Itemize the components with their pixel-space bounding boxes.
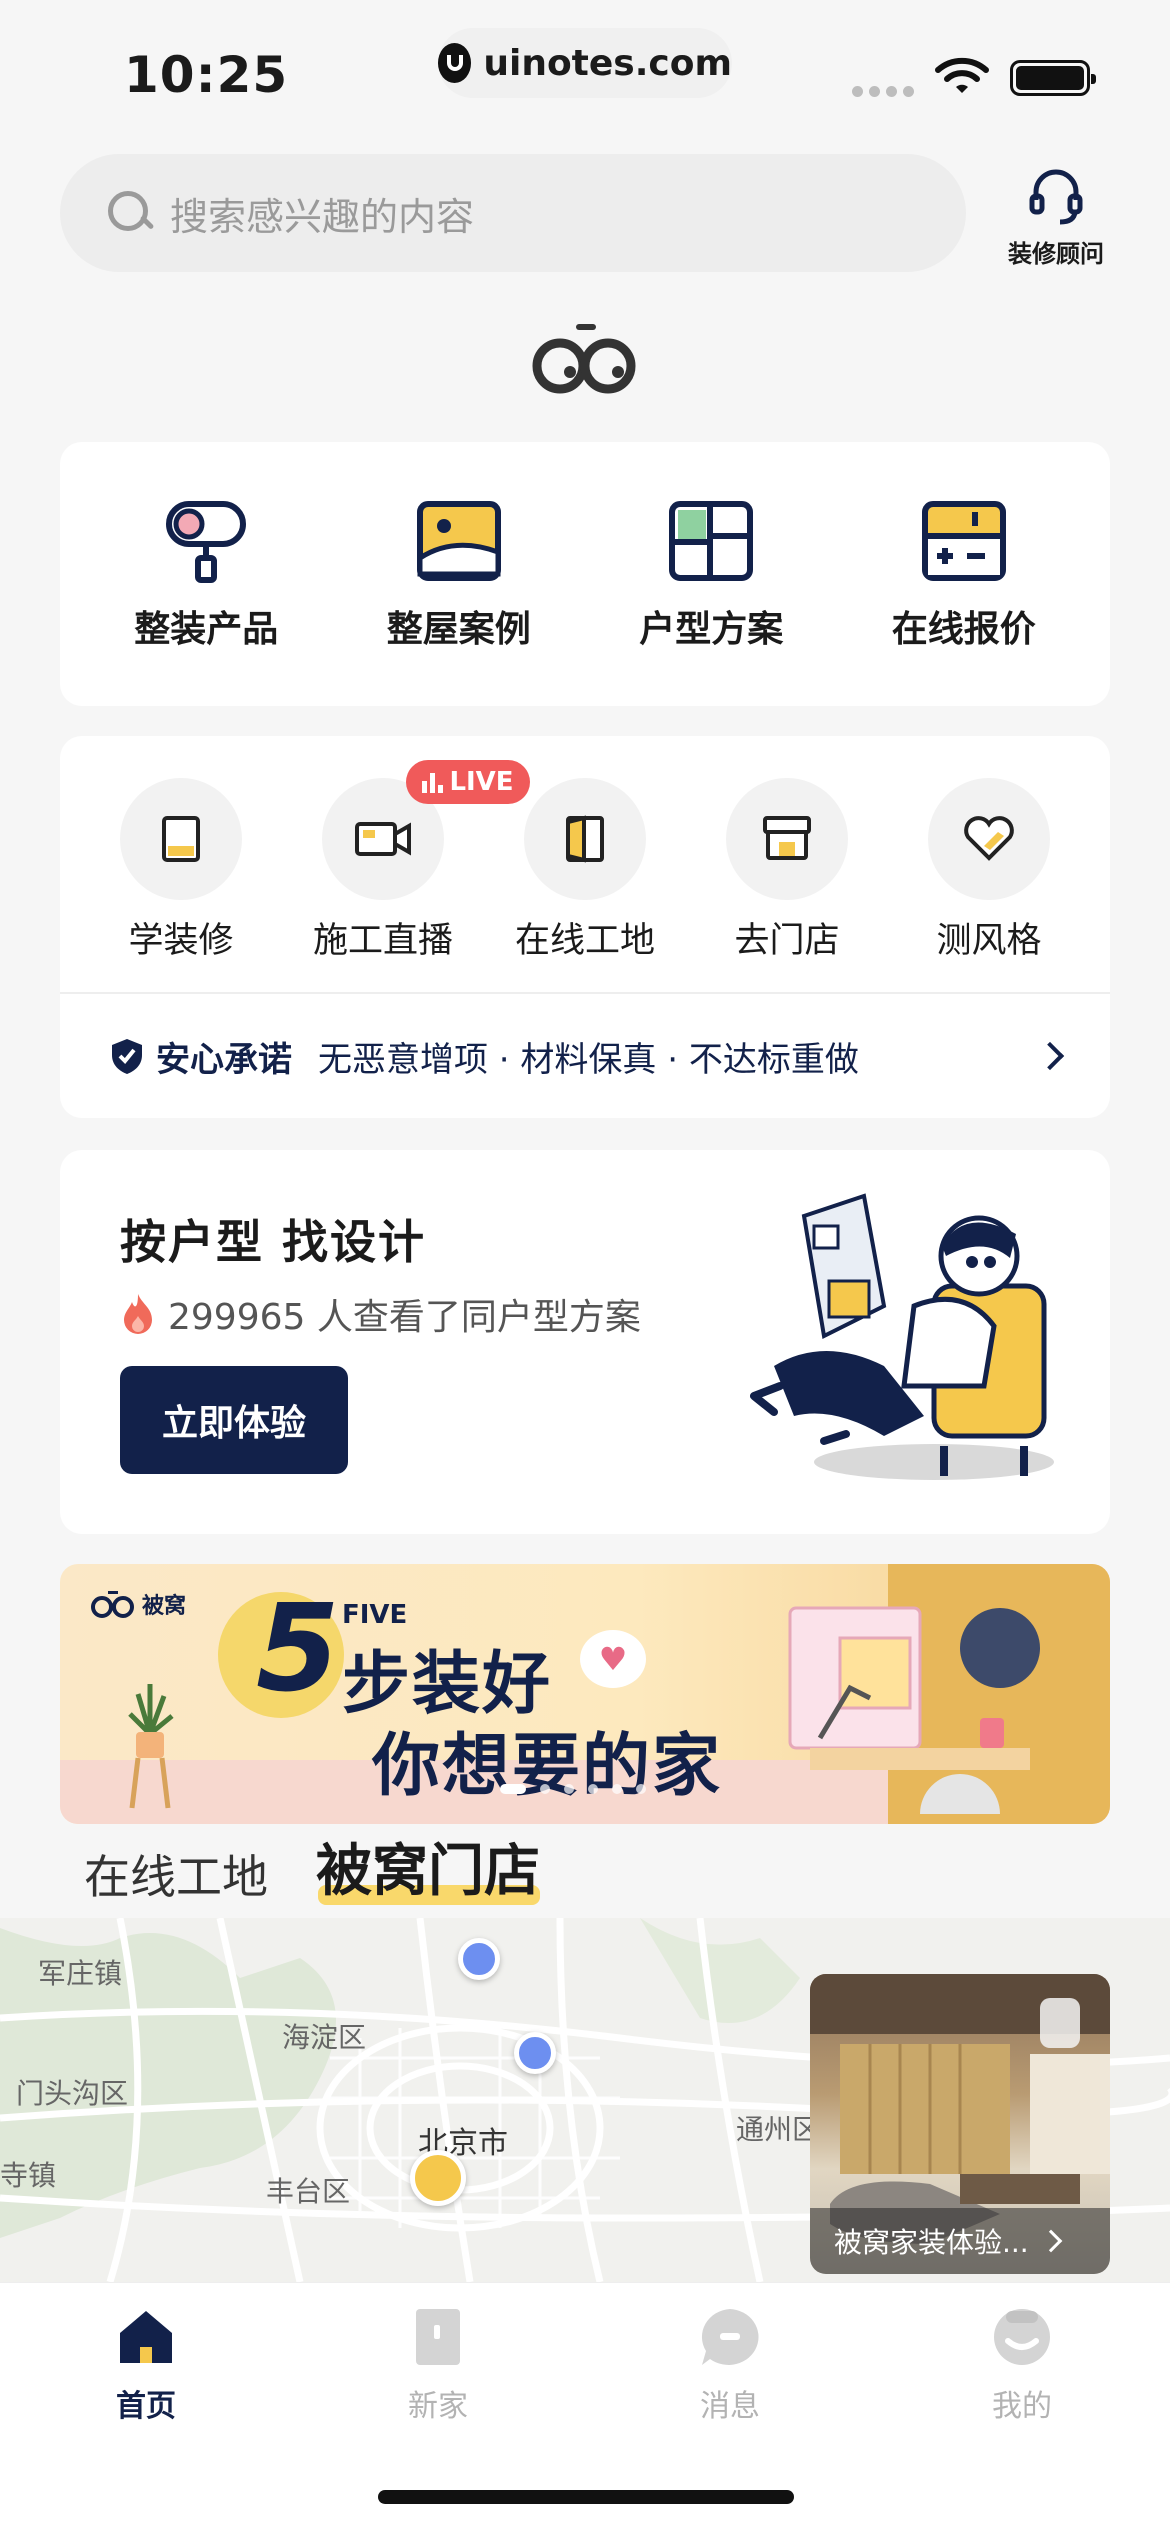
- nav-label: 消息: [700, 2389, 760, 2424]
- brand-logo: [532, 324, 636, 394]
- design-subtitle-row: 299965 人查看了同户型方案: [118, 1288, 641, 1340]
- tool-label: 测风格: [936, 921, 1042, 961]
- banner-pagination: [500, 1784, 646, 1794]
- door-icon: [416, 2309, 460, 2365]
- book-icon: [162, 816, 200, 862]
- category-label: 户型方案: [639, 609, 784, 650]
- tool-label: 在线工地: [514, 921, 655, 961]
- banner-logo: 被窝: [90, 1588, 186, 1620]
- tool-label: 施工直播: [312, 921, 453, 961]
- site-logo-icon: [438, 43, 472, 83]
- heart-icon: [964, 816, 1014, 861]
- banner-headline-2: 你想要的家: [372, 1727, 723, 1806]
- category-card: 整装产品 整屋案例 户型方案 在线报价: [60, 442, 1110, 706]
- map-label: 军庄镇: [38, 1957, 123, 1990]
- url-text: uinotes.com: [483, 42, 732, 84]
- brand-logo-icon: [91, 1591, 134, 1618]
- store-card-caption: 被窝家装体验...: [810, 2208, 1110, 2274]
- store-pin[interactable]: [458, 1938, 500, 1980]
- room-illustration: [788, 1606, 1040, 1814]
- signal-icon: [852, 86, 914, 97]
- nav-home[interactable]: 首页: [46, 2307, 246, 2425]
- category-cases[interactable]: 整屋案例: [344, 496, 574, 652]
- home-icon: [120, 2311, 172, 2363]
- store-icon: [763, 816, 811, 860]
- status-time: 10:25: [124, 46, 289, 104]
- promise-text: 无恶意增项 · 材料保真 · 不达标重做: [318, 1039, 859, 1080]
- map-label: 寺镇: [0, 2159, 57, 2192]
- search-icon: [106, 189, 154, 237]
- battery-icon: [1010, 60, 1096, 96]
- nav-label: 首页: [116, 2389, 176, 2424]
- nav-new-home[interactable]: 新家: [338, 2307, 538, 2425]
- headset-icon: [1029, 169, 1083, 225]
- category-label: 在线报价: [891, 609, 1036, 650]
- tool-live[interactable]: 施工直播 LIVE: [286, 760, 530, 992]
- store-card-title: 被窝家装体验...: [834, 2226, 1029, 2259]
- category-label: 整装产品: [134, 609, 279, 650]
- floorplan-icon: [669, 501, 754, 581]
- store-pin-selected[interactable]: [410, 2150, 466, 2206]
- advisor-button[interactable]: 装修顾问: [1000, 164, 1112, 269]
- tab-stores[interactable]: 被窝门店: [316, 1826, 540, 1907]
- flame-icon: [124, 1294, 152, 1334]
- map-label: 海淀区: [282, 2021, 367, 2054]
- video-camera-icon: [355, 822, 411, 856]
- status-bar: 10:25 uinotes.com: [0, 0, 1170, 140]
- nav-messages[interactable]: 消息: [630, 2307, 830, 2425]
- store-preview-card[interactable]: 被窝家装体验...: [810, 1974, 1110, 2274]
- plant-icon: [128, 1684, 174, 1809]
- category-quote[interactable]: 在线报价: [849, 496, 1079, 652]
- category-floorplan[interactable]: 户型方案: [596, 496, 826, 652]
- home-indicator[interactable]: [378, 2490, 794, 2504]
- store-tabs: 在线工地 被窝门店: [84, 1826, 540, 1907]
- nav-profile[interactable]: 我的: [922, 2307, 1122, 2425]
- map-label: 丰台区: [266, 2175, 351, 2208]
- category-whole-package[interactable]: 整装产品: [91, 496, 321, 652]
- heart-bubble-icon: ♥: [580, 1630, 646, 1688]
- tool-style[interactable]: 测风格: [892, 778, 1086, 992]
- promise-title: 安心承诺: [156, 1039, 292, 1080]
- map-label: 门头沟区: [16, 2077, 129, 2110]
- category-label: 整屋案例: [386, 609, 531, 650]
- door-icon: [566, 815, 604, 863]
- tool-label: 学装修: [128, 921, 234, 961]
- design-card: 按户型 找设计 299965 人查看了同户型方案 立即体验: [60, 1150, 1110, 1534]
- tool-learn[interactable]: 学装修: [84, 778, 278, 992]
- try-now-button[interactable]: 立即体验: [120, 1366, 348, 1474]
- banner-number: 5: [256, 1580, 340, 1719]
- search-placeholder: 搜索感兴趣的内容: [170, 194, 475, 239]
- url-pill[interactable]: uinotes.com: [438, 28, 732, 98]
- store-pin[interactable]: [514, 2032, 556, 2074]
- advisor-label: 装修顾问: [1008, 240, 1104, 268]
- profile-icon: [994, 2309, 1050, 2365]
- message-icon: [701, 2309, 759, 2365]
- nav-label: 我的: [992, 2389, 1052, 2424]
- tool-store[interactable]: 去门店: [690, 778, 884, 992]
- map-label: 通州区: [736, 2113, 821, 2146]
- floorplan-reader-illustration: [750, 1193, 1054, 1480]
- shield-check-icon: [112, 1039, 142, 1074]
- nav-label: 新家: [408, 2389, 468, 2424]
- tab-online-site[interactable]: 在线工地: [84, 1841, 268, 1907]
- chevron-right-icon: [1035, 1041, 1065, 1071]
- banner-brand: 被窝: [142, 1594, 187, 1619]
- promise-row[interactable]: 安心承诺 无恶意增项 · 材料保真 · 不达标重做: [60, 994, 1110, 1118]
- search-bar[interactable]: 搜索感兴趣的内容: [60, 154, 966, 272]
- calculator-icon: [921, 501, 1006, 581]
- chevron-right-icon: [1039, 2229, 1063, 2253]
- tools-card: 学装修 施工直播 LIVE 在线工地 去门店 测风格 安心承诺 无恶意增项 · …: [60, 736, 1110, 1118]
- design-subtitle: 299965 人查看了同户型方案: [168, 1297, 641, 1338]
- promo-banner[interactable]: 被窝 5 FIVE 步装好 你想要的家 ♥: [60, 1564, 1110, 1824]
- picture-icon: [416, 501, 501, 581]
- tool-label: 去门店: [734, 921, 840, 961]
- paint-roller-icon: [166, 501, 247, 583]
- design-title: 按户型 找设计: [120, 1215, 427, 1269]
- wifi-icon: [935, 57, 989, 93]
- live-bars-icon: [422, 771, 444, 793]
- banner-five-word: FIVE: [342, 1600, 408, 1630]
- tool-site[interactable]: 在线工地: [488, 778, 682, 992]
